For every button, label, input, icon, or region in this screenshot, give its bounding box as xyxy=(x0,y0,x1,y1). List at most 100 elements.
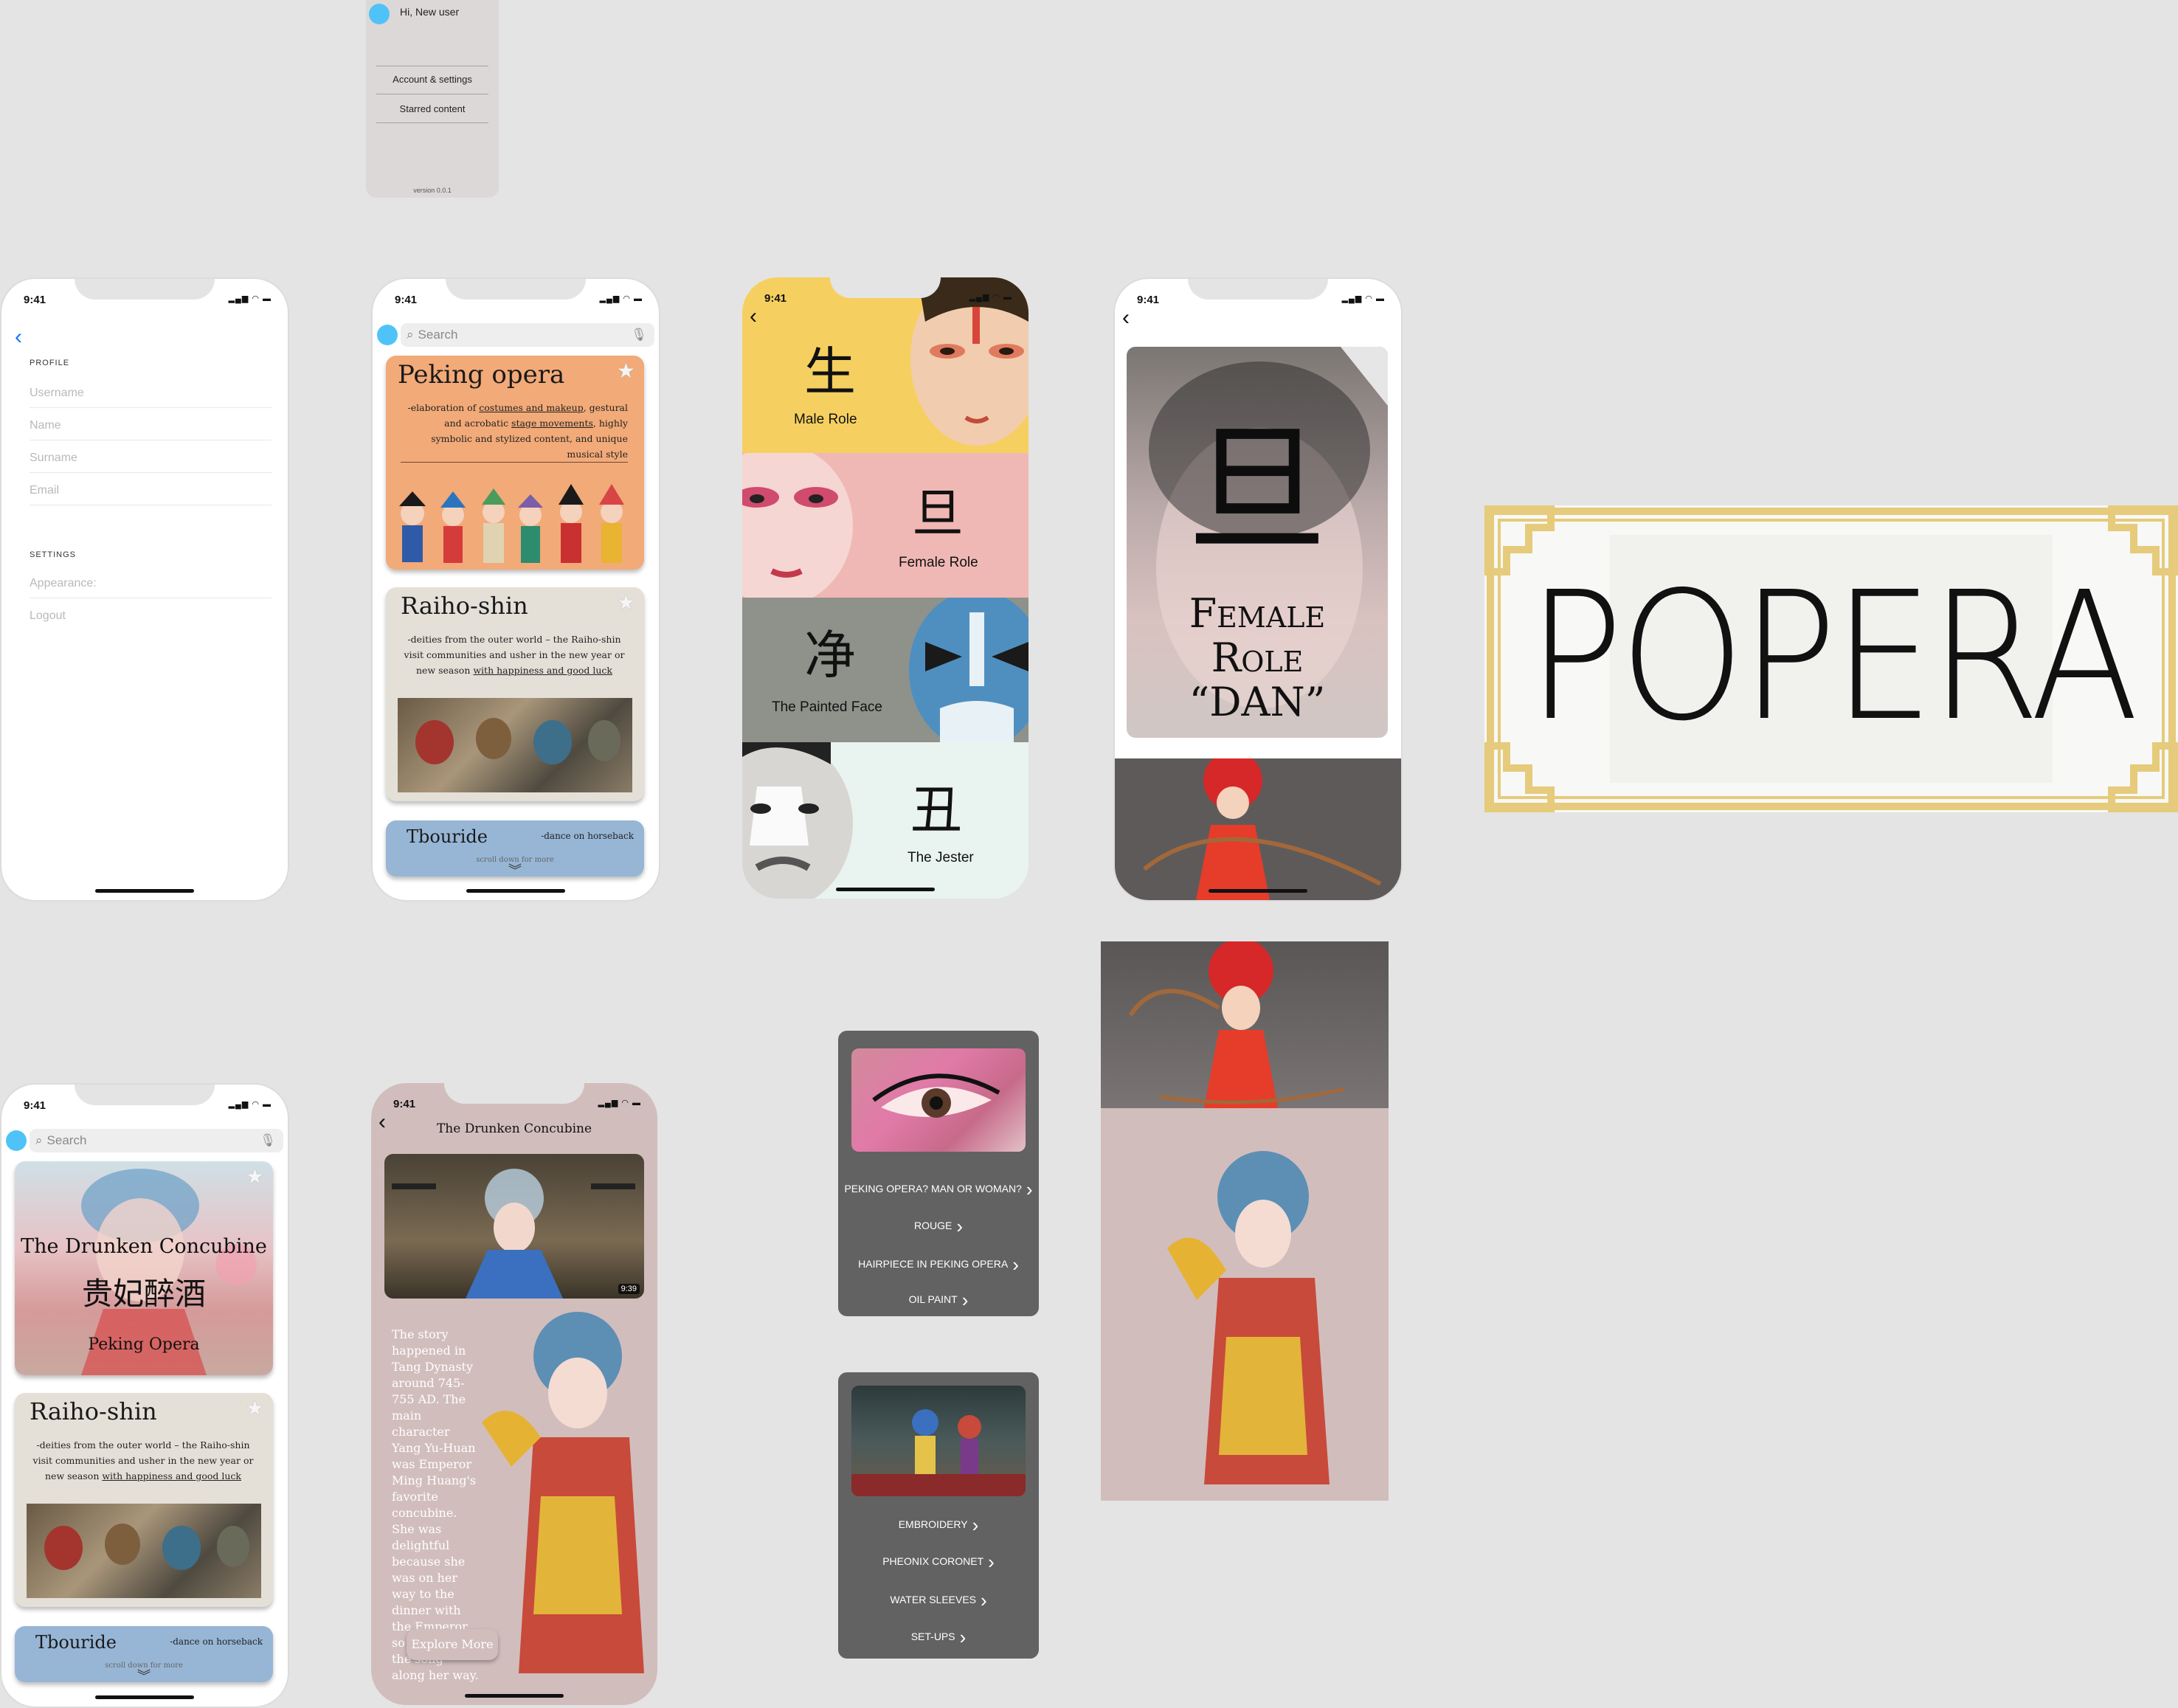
status-icons: ▂▄▆ ◠ ▬ xyxy=(599,294,643,303)
raiho-shin-card[interactable]: Raiho-shin ★ -deities from the outer wor… xyxy=(15,1393,273,1607)
peking-opera-card[interactable]: Peking opera ★ -elaboration of costumes … xyxy=(386,356,644,570)
notch xyxy=(446,279,586,300)
search-placeholder: Search xyxy=(418,328,458,342)
topics-menu-makeup: PEKING OPERA? MAN OR WOMAN? › ROUGE › HAIR… xyxy=(838,1031,1039,1316)
profile-screen: 9:41 ▂▄▆ ◠ ▬ ‹ PROFILE Username Name Sur… xyxy=(0,277,289,902)
appearance-setting[interactable]: Appearance: xyxy=(30,577,272,598)
tbouride-card[interactable]: Tbouride -dance on horseback scroll down… xyxy=(386,820,644,877)
notch xyxy=(830,277,941,298)
male-role-label: Male Role xyxy=(794,412,857,427)
home-indicator xyxy=(836,888,935,891)
menu-item-embroidery[interactable]: EMBROIDERY › xyxy=(838,1514,1039,1537)
female-performer-image xyxy=(1115,751,1401,900)
card-description: -deities from the outer world – the Raih… xyxy=(32,1439,254,1481)
home-screen-featured: 9:41 ▂▄▆ ◠ ▬ ⌕ Search 🎙 ★ The Drunken Co… xyxy=(0,1083,289,1708)
video-duration: 9:39 xyxy=(618,1284,640,1294)
drunken-concubine-card[interactable]: ★ The Drunken Concubine 贵妃醉酒 Peking Oper… xyxy=(15,1161,273,1375)
home-indicator xyxy=(466,889,565,893)
back-chevron-icon[interactable]: ‹ xyxy=(1122,305,1130,331)
logout-button[interactable]: Logout xyxy=(30,609,272,630)
female-role-title: Female Role “DAN” xyxy=(1189,590,1326,725)
home-indicator xyxy=(465,1694,564,1698)
notch xyxy=(444,1083,584,1104)
chevron-right-icon: › xyxy=(956,1215,963,1237)
female-role-label: Female Role xyxy=(899,555,978,570)
back-chevron-icon[interactable]: ‹ xyxy=(750,304,757,329)
menu-item-hairpiece[interactable]: HAIRPIECE IN PEKING OPERA › xyxy=(838,1254,1039,1276)
video-player[interactable]: 9:39 xyxy=(384,1154,644,1299)
card-description: -deities from the outer world – the Raih… xyxy=(404,634,625,676)
chevron-right-icon: › xyxy=(988,1551,995,1573)
starred-content-link[interactable]: Starred content xyxy=(366,103,499,114)
role-tile-jester[interactable]: 丑 The Jester xyxy=(742,742,1028,899)
female-role-glyph: 旦 xyxy=(912,483,964,544)
performer-photo xyxy=(1101,938,1389,1108)
tbouride-card[interactable]: Tbouride -dance on horseback scroll down… xyxy=(15,1626,273,1682)
star-icon[interactable]: ★ xyxy=(246,1164,264,1189)
concubine-subtitle: Peking Opera xyxy=(88,1335,200,1354)
status-icons: ▂▄▆ ◠ ▬ xyxy=(228,294,272,303)
search-icon: ⌕ xyxy=(35,1133,43,1147)
notch xyxy=(1188,279,1328,300)
popera-logo: POPERA xyxy=(1484,505,2178,812)
status-time: 9:41 xyxy=(393,1098,416,1110)
status-time: 9:41 xyxy=(24,294,46,306)
female-role-screen: 9:41 ▂▄▆ ◠ ▬ ‹ 旦 Female Role “DAN” xyxy=(1113,277,1403,902)
raiho-shin-image xyxy=(398,698,632,792)
card-title: Raiho-shin xyxy=(401,592,528,620)
chevron-right-icon: › xyxy=(972,1514,979,1536)
status-time: 9:41 xyxy=(24,1099,46,1112)
avatar[interactable] xyxy=(377,325,398,345)
search-input[interactable]: ⌕ Search 🎙 xyxy=(401,323,654,347)
raiho-shin-image xyxy=(27,1504,261,1598)
raiho-shin-card[interactable]: Raiho-shin ★ -deities from the outer wor… xyxy=(386,587,644,801)
card-title: Tbouride xyxy=(407,826,488,847)
notch xyxy=(75,1085,215,1105)
status-icons: ▂▄▆ ◠ ▬ xyxy=(969,293,1012,302)
menu-item-man-or-woman[interactable]: PEKING OPERA? MAN OR WOMAN? › xyxy=(838,1178,1039,1201)
surname-field[interactable]: Surname xyxy=(30,452,272,473)
status-icons: ▂▄▆ ◠ ▬ xyxy=(1341,294,1385,303)
version-text: version 0.0.1 xyxy=(413,187,452,194)
concubine-chinese-title: 贵妃醉酒 xyxy=(81,1276,206,1312)
status-time: 9:41 xyxy=(764,292,787,305)
menu-item-rouge[interactable]: ROUGE › xyxy=(838,1215,1039,1238)
username-field[interactable]: Username xyxy=(30,387,272,408)
back-chevron-icon[interactable]: ‹ xyxy=(15,325,22,350)
menu-item-oil-paint[interactable]: OIL PAINT › xyxy=(838,1289,1039,1312)
chevron-down-icon[interactable]: ︾ xyxy=(15,1666,273,1682)
logo-text: POPERA xyxy=(1527,553,2139,760)
avatar[interactable] xyxy=(369,4,390,24)
chevron-right-icon: › xyxy=(961,1289,969,1311)
jester-mask-image xyxy=(742,742,853,899)
chevron-right-icon: › xyxy=(981,1589,987,1611)
email-field[interactable]: Email xyxy=(30,484,272,505)
painted-face-mask-image xyxy=(909,598,1028,742)
name-field[interactable]: Name xyxy=(30,419,272,440)
avatar[interactable] xyxy=(6,1130,27,1151)
mic-icon[interactable]: 🎙 xyxy=(631,328,647,342)
star-icon[interactable]: ★ xyxy=(617,359,635,383)
chevron-right-icon: › xyxy=(1012,1254,1019,1276)
star-icon[interactable]: ★ xyxy=(617,590,635,615)
home-indicator xyxy=(95,889,194,893)
menu-item-water-sleeves[interactable]: WATER SLEEVES › xyxy=(838,1589,1039,1612)
opera-characters-image xyxy=(390,469,640,570)
mic-icon[interactable]: 🎙 xyxy=(260,1133,276,1148)
chevron-down-icon[interactable]: ︾ xyxy=(386,860,644,877)
roles-screen: 生 Male Role 旦 Female Role 净 The Painted … xyxy=(742,277,1028,899)
female-role-card[interactable]: 旦 Female Role “DAN” xyxy=(1127,347,1388,738)
role-tile-painted-face[interactable]: 净 The Painted Face xyxy=(742,598,1028,742)
card-title: Peking opera xyxy=(398,360,565,390)
story-screen: 9:41 ▂▄▆ ◠ ▬ ‹ The Drunken Concubine 9:3… xyxy=(371,1083,657,1705)
role-tile-female[interactable]: 旦 Female Role xyxy=(742,453,1028,598)
menu-item-pheonix-coronet[interactable]: PHEONIX CORONET › xyxy=(838,1551,1039,1574)
explore-more-button[interactable]: Explore More xyxy=(407,1629,498,1660)
search-input[interactable]: ⌕ Search 🎙 xyxy=(30,1129,283,1152)
settings-label: SETTINGS xyxy=(30,550,77,559)
star-icon[interactable]: ★ xyxy=(246,1396,264,1420)
menu-item-set-ups[interactable]: SET-UPS › xyxy=(838,1626,1039,1649)
status-time: 9:41 xyxy=(1137,294,1160,306)
account-settings-link[interactable]: Account & settings xyxy=(366,74,499,85)
stage-performance-image xyxy=(851,1386,1026,1496)
